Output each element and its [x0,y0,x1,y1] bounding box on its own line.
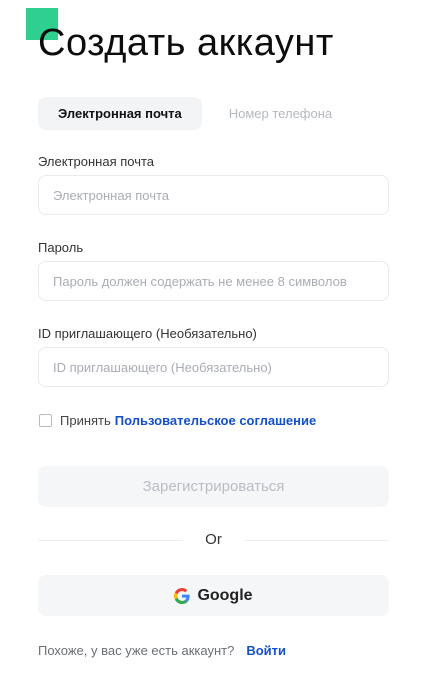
login-prompt: Похоже, у вас уже есть аккаунт? Войти [38,643,286,658]
email-input[interactable] [38,175,389,215]
agreement-checkbox[interactable] [39,414,52,427]
tab-phone[interactable]: Номер телефона [209,97,352,130]
user-agreement-link[interactable]: Пользовательское соглашение [115,413,316,428]
email-label: Электронная почта [38,154,155,169]
password-input[interactable] [38,261,389,301]
agreement-row: Принять Пользовательское соглашение [39,413,316,428]
google-button-label: Google [197,586,253,604]
login-link[interactable]: Войти [246,643,286,658]
login-prompt-text: Похоже, у вас уже есть аккаунт? [38,643,235,658]
page-title: Создать аккаунт [38,22,334,64]
signup-method-tabs: Электронная почта Номер телефона [38,97,352,130]
referral-label: ID приглашающего (Необязательно) [38,326,257,341]
tab-email[interactable]: Электронная почта [38,97,202,130]
agreement-prefix: Принять [60,413,111,428]
divider-line-right [244,540,389,541]
google-signin-button[interactable]: Google [38,575,389,616]
or-divider: Or [38,530,389,550]
password-label: Пароль [38,240,84,255]
register-button[interactable]: Зарегистрироваться [38,466,389,507]
referral-id-input[interactable] [38,347,389,387]
signup-page: Создать аккаунт Электронная почта Номер … [0,0,440,680]
google-icon [174,587,191,604]
